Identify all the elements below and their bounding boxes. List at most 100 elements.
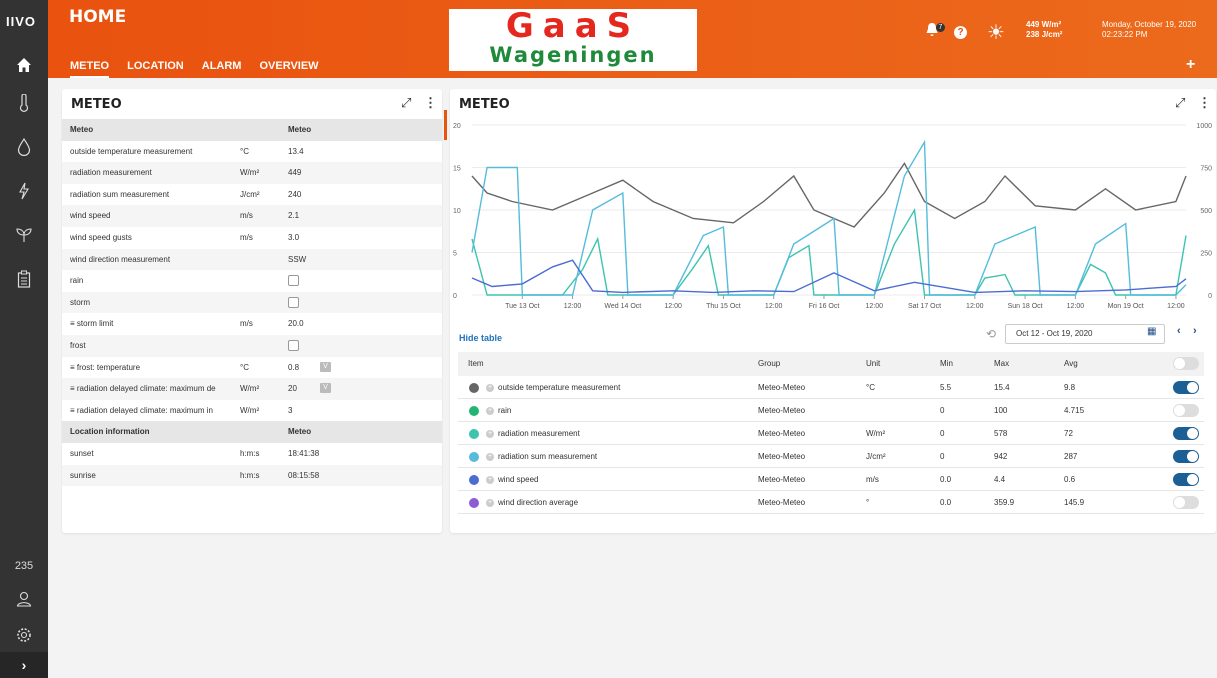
toggle-knob [1187, 451, 1198, 462]
count-label: 235 [14, 560, 34, 572]
help-icon[interactable]: ? [954, 26, 967, 39]
v-badge[interactable]: V [320, 361, 331, 372]
series-toggle[interactable] [1173, 473, 1199, 486]
row-label: wind speed [70, 211, 111, 221]
water-drop-icon[interactable] [0, 132, 48, 162]
date-range-field[interactable]: Oct 12 - Oct 19, 2020 [1005, 324, 1165, 344]
toggle-knob [1187, 428, 1198, 439]
more-options-icon[interactable]: ⋮ [424, 95, 437, 111]
cell-group: Meteo-Meteo [758, 452, 806, 461]
x-tick-label: 12:00 [1167, 303, 1185, 310]
row-unit: h:m:s [240, 470, 260, 480]
cell-group: Meteo-Meteo [758, 429, 806, 438]
table-row: radiation measurement W/m² 449 [62, 162, 442, 184]
add-icon[interactable]: + [486, 476, 494, 484]
row-value: Meteo [288, 427, 312, 437]
left-tick-label: 0 [453, 293, 457, 300]
add-icon[interactable]: + [486, 430, 494, 438]
add-icon[interactable]: + [486, 407, 494, 415]
column-header: Item [468, 359, 484, 368]
clipboard-icon[interactable] [0, 264, 48, 294]
row-value: SSW [288, 254, 307, 264]
table-row: ≡ radiation delayed climate: maximum de W… [62, 378, 442, 400]
cell-name: rain [498, 406, 512, 415]
cell-min: 0.0 [940, 475, 952, 484]
brand-name: GaaS [505, 9, 641, 46]
calendar-icon[interactable]: ▦ [1147, 326, 1156, 337]
brand-location: Wageningen [489, 43, 657, 67]
column-header: Group [758, 359, 781, 368]
header: HOME METEO LOCATION ALARM OVERVIEW GaaS … [48, 0, 1217, 78]
left-tick-label: 15 [453, 166, 461, 173]
cell-min: 5.5 [940, 383, 952, 392]
x-tick-label: 12:00 [966, 303, 984, 310]
tab-location[interactable]: LOCATION [127, 60, 184, 78]
cell-max: 359.9 [994, 498, 1015, 507]
previous-period-button[interactable]: ‹ [1177, 325, 1181, 337]
series-toggle[interactable] [1173, 496, 1199, 509]
add-icon[interactable]: + [486, 384, 494, 392]
row-unit: °C [240, 362, 249, 372]
add-button[interactable]: + [1186, 56, 1195, 74]
hide-table-link[interactable]: Hide table [459, 333, 502, 343]
expand-sidebar-button[interactable]: › [0, 652, 48, 678]
expand-icon[interactable]: ⤢ [1175, 95, 1185, 111]
items-table: Item Group Unit Min Max Avg + outside temperatu… [458, 352, 1204, 514]
series-toggle[interactable] [1173, 450, 1199, 463]
page-title: HOME [69, 7, 127, 27]
cell-name: radiation sum measurement [498, 452, 598, 461]
row-label: wind direction measurement [70, 254, 171, 264]
series-color-dot [469, 383, 479, 393]
next-period-button[interactable]: › [1193, 325, 1197, 337]
row-label: frost [70, 340, 86, 350]
row-unit: m/s [240, 232, 253, 242]
iivo-logo: IIVO [6, 14, 37, 29]
v-badge[interactable]: V [320, 383, 331, 394]
row-label: Location information [70, 427, 150, 437]
gear-icon[interactable] [0, 620, 48, 650]
tab-alarm[interactable]: ALARM [202, 60, 242, 78]
date-label: Monday, October 19, 2020 [1102, 20, 1197, 29]
checkbox[interactable] [288, 275, 299, 287]
table-row: sunset h:m:s 18:41:38 [62, 443, 442, 465]
history-icon[interactable]: ⟲ [986, 327, 996, 341]
home-icon[interactable] [0, 50, 48, 80]
expand-icon[interactable]: ⤢ [401, 95, 411, 111]
add-icon[interactable]: + [486, 499, 494, 507]
sidebar: IIVO 235 › [0, 0, 48, 678]
thermometer-icon[interactable] [0, 88, 48, 118]
energy-icon[interactable] [0, 176, 48, 206]
table-section-header: Location information Meteo [62, 421, 442, 443]
x-tick-label: Mon 19 Oct [1108, 303, 1144, 310]
toggle-all-switch[interactable] [1173, 357, 1199, 370]
toggle-knob [1187, 474, 1198, 485]
tab-overview[interactable]: OVERVIEW [259, 60, 318, 78]
checkbox[interactable] [288, 296, 299, 308]
series-color-dot [469, 429, 479, 439]
series-toggle[interactable] [1173, 381, 1199, 394]
row-label: radiation sum measurement [70, 189, 170, 199]
cell-group: Meteo-Meteo [758, 383, 806, 392]
cell-max: 100 [994, 406, 1008, 415]
cell-group: Meteo-Meteo [758, 498, 806, 507]
series-toggle[interactable] [1173, 404, 1199, 417]
left-tick-label: 5 [453, 251, 457, 258]
user-icon[interactable] [0, 584, 48, 614]
table-row: ≡ frost: temperature °C 0.8 V [62, 357, 442, 379]
cell-unit: W/m² [866, 429, 886, 438]
cell-avg: 145.9 [1064, 498, 1085, 507]
cell-max: 15.4 [994, 383, 1010, 392]
table-row: storm [62, 291, 442, 314]
row-value: 18:41:38 [288, 448, 320, 458]
plant-icon[interactable] [0, 220, 48, 250]
add-icon[interactable]: + [486, 453, 494, 461]
radiation-value: 449 W/m² [1026, 20, 1062, 29]
more-options-icon[interactable]: ⋮ [1198, 95, 1211, 111]
row-value: 3 [288, 405, 293, 415]
series-toggle[interactable] [1173, 427, 1199, 440]
cell-unit: ° [866, 498, 870, 507]
row-unit: W/m² [240, 168, 260, 178]
row-label: outside temperature measurement [70, 146, 193, 156]
checkbox[interactable] [288, 339, 299, 351]
tab-meteo[interactable]: METEO [70, 60, 110, 78]
